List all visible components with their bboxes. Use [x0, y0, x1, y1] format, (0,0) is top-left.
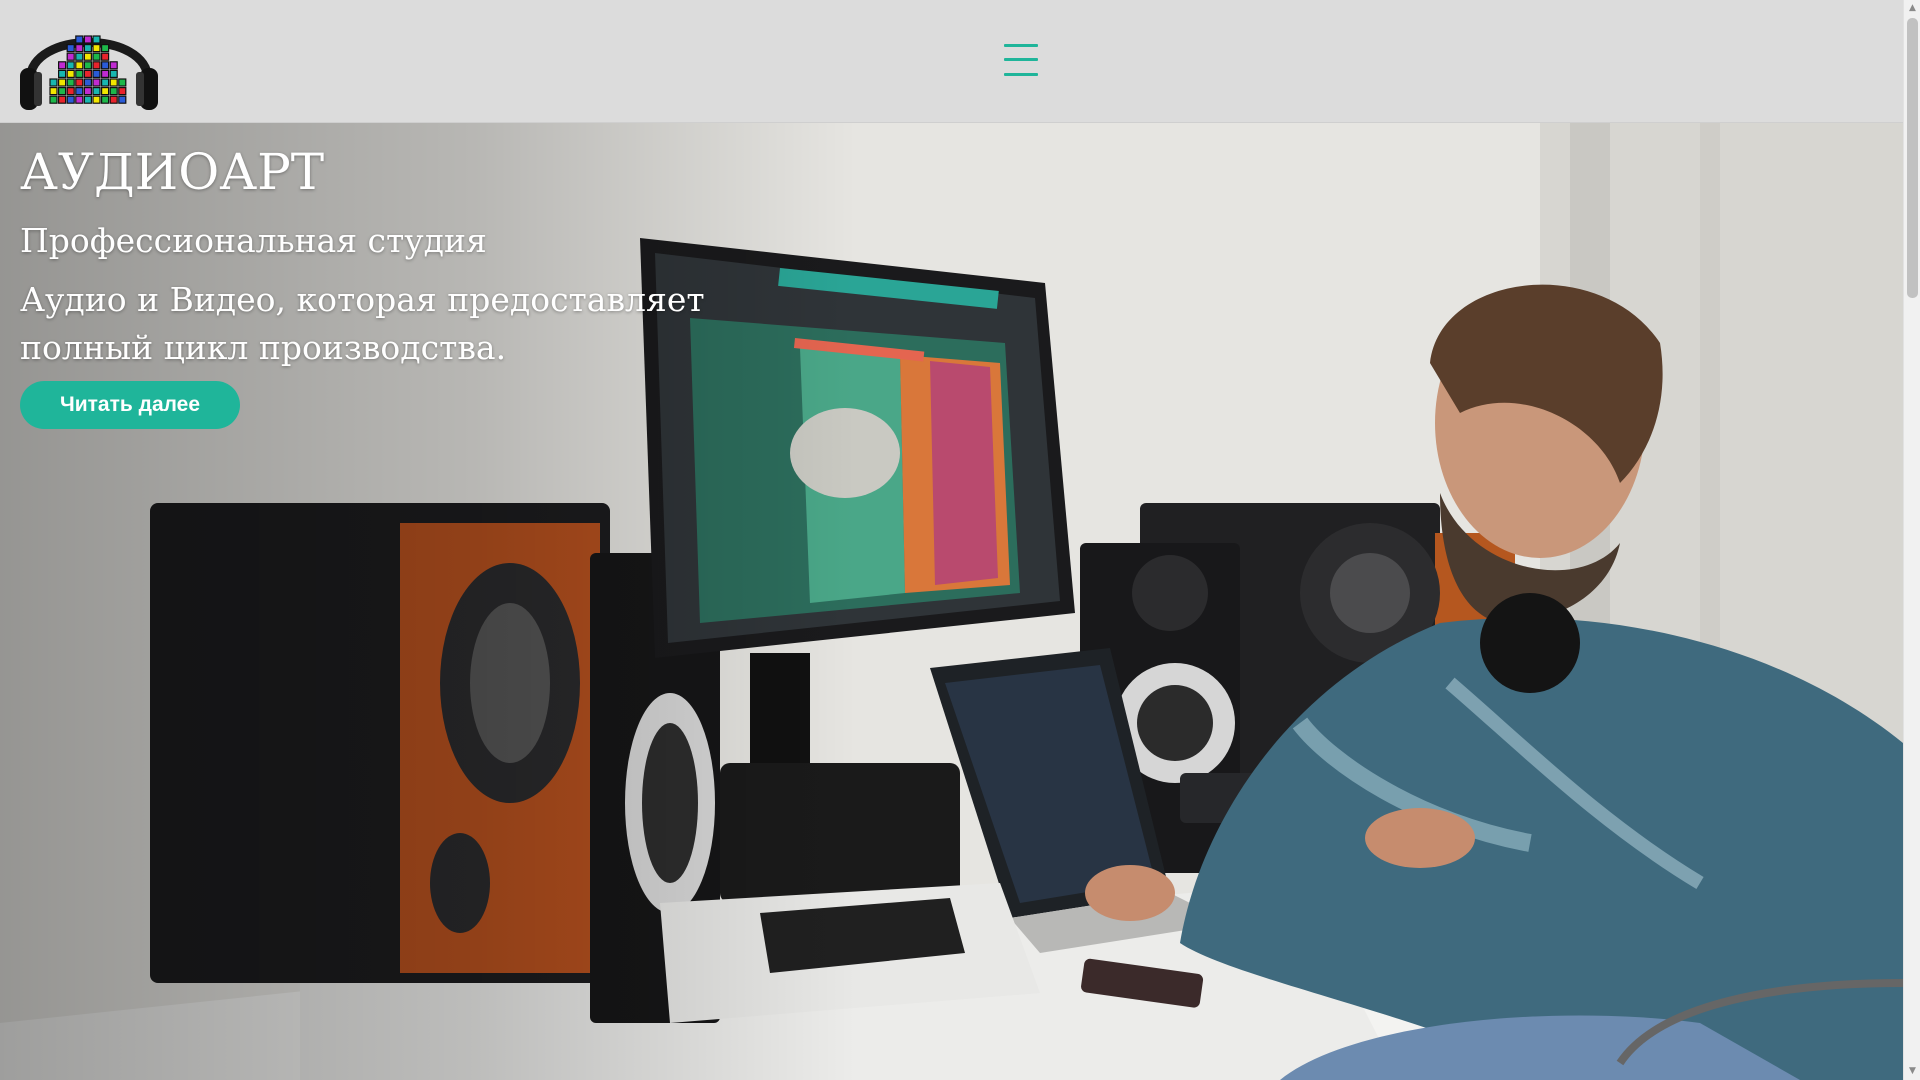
page: АУДИОАРТ Профессиональная студия Аудио и… — [0, 0, 1920, 1080]
scroll-down-arrow-icon[interactable]: ▼ — [1904, 1063, 1920, 1080]
hero-subtitle: Профессиональная студия — [20, 221, 487, 260]
hamburger-menu-icon[interactable] — [1004, 42, 1038, 78]
scroll-up-arrow-icon[interactable]: ▲ — [1904, 0, 1920, 17]
hero-title: АУДИОАРТ — [20, 143, 325, 201]
page-scrollbar[interactable]: ▲ ▼ — [1903, 0, 1920, 1080]
read-more-button[interactable]: Читать далее — [20, 381, 240, 429]
scroll-thumb[interactable] — [1907, 18, 1918, 298]
hero-section: АУДИОАРТ Профессиональная студия Аудио и… — [0, 123, 1903, 1080]
headphones-logo-icon[interactable] — [18, 10, 160, 114]
hero-description: Аудио и Видео, которая предоставляет пол… — [20, 279, 705, 367]
site-header — [0, 0, 1903, 123]
hero-text-block: АУДИОАРТ Профессиональная студия Аудио и… — [20, 145, 780, 372]
